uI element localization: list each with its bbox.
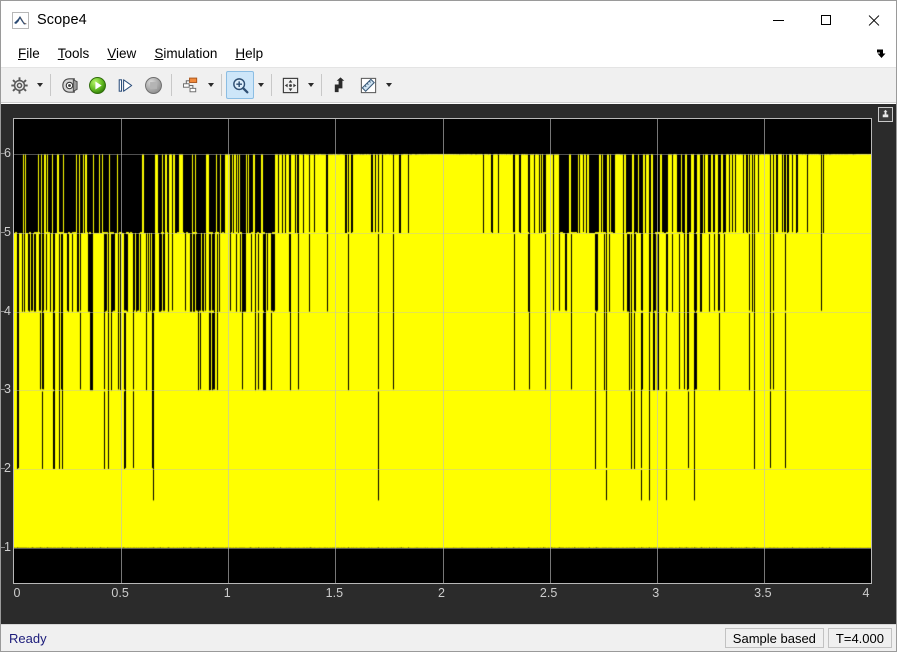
matlab-scope-icon xyxy=(12,11,29,29)
chevron-down-icon xyxy=(36,83,43,87)
menu-tools[interactable]: Tools xyxy=(49,43,99,64)
title-bar-left: Scope4 xyxy=(1,11,87,29)
status-time: T=4.000 xyxy=(827,628,892,648)
toolbar-separator-4 xyxy=(271,74,272,96)
menu-view-rest: iew xyxy=(116,45,137,61)
menu-help[interactable]: Help xyxy=(226,43,272,64)
chevron-down-icon xyxy=(307,83,314,87)
scope-display[interactable]: 1 2 3 4 5 6 0 0.5 1 1.5 2 2.5 3 3.5 4 xyxy=(1,103,896,624)
y-tick-mark xyxy=(1,232,5,234)
menu-view[interactable]: View xyxy=(98,43,145,64)
status-bar: Ready Sample based T=4.000 xyxy=(1,624,896,651)
configuration-properties-button[interactable] xyxy=(5,71,33,99)
autoscale-button[interactable] xyxy=(326,71,354,99)
toolbar-separator-1 xyxy=(50,74,51,96)
x-tick-label: 0.5 xyxy=(111,586,129,600)
x-tick-label: 3.5 xyxy=(754,586,772,600)
cursor-measurements-dropdown[interactable] xyxy=(382,71,395,99)
stop-icon xyxy=(144,76,162,94)
x-axis: 0 0.5 1 1.5 2 2.5 3 3.5 4 xyxy=(13,586,872,604)
signal-selection-dropdown[interactable] xyxy=(204,71,217,99)
pan-button[interactable] xyxy=(276,71,304,99)
status-frame-mode: Sample based xyxy=(724,628,824,648)
toolbar xyxy=(1,68,896,103)
toolbar-separator-3 xyxy=(221,74,222,96)
minimize-icon xyxy=(773,19,784,21)
menu-file-rest: ile xyxy=(26,45,40,61)
maximize-icon xyxy=(820,15,831,25)
stop-button[interactable] xyxy=(139,71,167,99)
x-tick-label: 2.5 xyxy=(539,586,558,600)
run-button[interactable] xyxy=(83,71,111,99)
step-forward-icon xyxy=(118,78,132,92)
y-tick-mark xyxy=(1,389,5,391)
chevron-down-icon xyxy=(385,83,392,87)
x-tick-label: 4 xyxy=(862,586,870,600)
menu-overflow-arrow-icon[interactable] xyxy=(874,47,887,60)
menu-file[interactable]: File xyxy=(9,43,49,64)
dock-pin-icon[interactable] xyxy=(878,107,893,122)
close-icon xyxy=(867,14,879,26)
zoom-in-icon xyxy=(232,77,248,93)
scope-window: Scope4 File Tools View Simulation Help 1… xyxy=(0,0,897,652)
x-tick-label: 1.5 xyxy=(325,586,344,600)
close-button[interactable] xyxy=(849,1,896,39)
play-icon xyxy=(88,76,106,94)
pan-arrows-icon xyxy=(282,77,298,93)
cursor-measurements-button[interactable] xyxy=(354,71,382,99)
zoom-in-button[interactable] xyxy=(226,71,254,99)
x-tick-label: 2 xyxy=(438,586,445,600)
autoscale-icon xyxy=(334,76,344,92)
y-tick-label: 4 xyxy=(4,303,11,318)
menu-help-rest: elp xyxy=(245,45,264,61)
menu-bar: File Tools View Simulation Help xyxy=(1,39,896,68)
status-ready-text: Ready xyxy=(9,630,47,646)
chevron-down-icon xyxy=(257,83,264,87)
title-bar: Scope4 xyxy=(1,1,896,39)
menu-tools-rest: ools xyxy=(64,45,90,61)
minimize-button[interactable] xyxy=(755,1,802,39)
configuration-properties-dropdown[interactable] xyxy=(33,71,46,99)
y-tick-label: 2 xyxy=(4,460,11,475)
scope-view-icon xyxy=(61,77,78,93)
y-tick-label: 6 xyxy=(4,146,11,161)
menu-simulation[interactable]: Simulation xyxy=(145,43,226,64)
y-tick-label: 1 xyxy=(4,539,11,554)
x-tick-label: 0 xyxy=(13,586,21,600)
y-tick-label: 3 xyxy=(4,382,11,397)
y-tick-mark xyxy=(1,310,5,312)
simulink-model-button[interactable] xyxy=(55,71,83,99)
y-tick-mark xyxy=(1,467,5,469)
zoom-in-dropdown[interactable] xyxy=(254,71,267,99)
signal-blocks-icon xyxy=(182,77,197,92)
chevron-down-icon xyxy=(207,83,214,87)
step-forward-button[interactable] xyxy=(111,71,139,99)
toolbar-separator-5 xyxy=(321,74,322,96)
x-tick-label: 1 xyxy=(223,586,231,600)
toolbar-separator-2 xyxy=(171,74,172,96)
maximize-button[interactable] xyxy=(802,1,849,39)
gear-icon xyxy=(10,76,28,94)
x-tick-label: 3 xyxy=(652,586,660,600)
pan-dropdown[interactable] xyxy=(304,71,317,99)
window-controls xyxy=(755,1,896,39)
signal-trace-canvas xyxy=(14,119,871,583)
y-axis: 1 2 3 4 5 6 xyxy=(1,118,13,584)
y-tick-label: 5 xyxy=(4,225,11,240)
window-title: Scope4 xyxy=(37,12,87,28)
y-tick-mark xyxy=(1,546,5,548)
menu-simulation-rest: imulation xyxy=(163,45,218,61)
ruler-icon xyxy=(360,77,376,93)
y-tick-mark xyxy=(1,153,5,155)
signal-selection-button[interactable] xyxy=(176,71,204,99)
plot-axes[interactable] xyxy=(13,118,872,584)
